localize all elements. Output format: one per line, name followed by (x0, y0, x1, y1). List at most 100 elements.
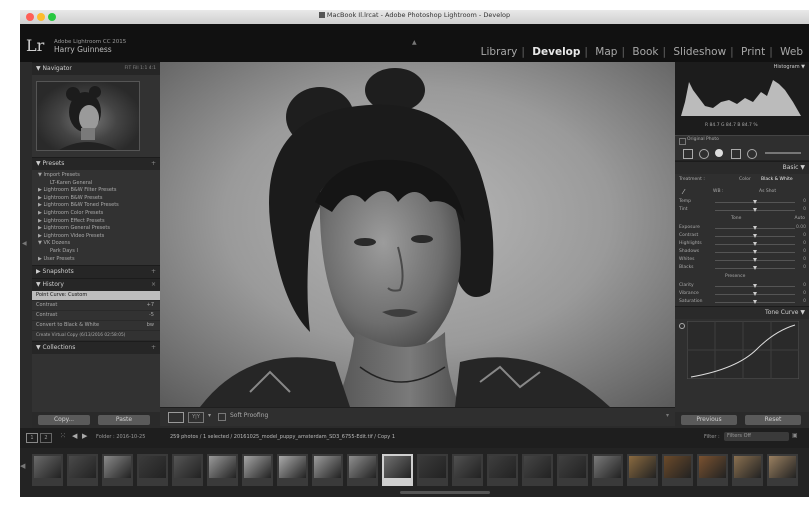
preset-folder[interactable]: ▶ Lightroom Video Presets (38, 233, 160, 241)
slider-knob[interactable] (752, 300, 757, 304)
filmstrip-scrollbar[interactable] (400, 491, 490, 494)
slider-contrast[interactable]: Contrast 0 (675, 232, 809, 240)
preset-folder[interactable]: ▶ User Presets (38, 256, 160, 264)
slider-tint[interactable]: Tint 0 (675, 206, 809, 214)
reset-button[interactable]: Reset (745, 415, 801, 425)
slider-whites[interactable]: Whites 0 (675, 256, 809, 264)
preset-folder[interactable]: ▶ Lightroom Effect Presets (38, 218, 160, 226)
filmstrip-thumbnail[interactable] (592, 454, 623, 486)
history-step[interactable]: Create Virtual Copy (6/13/2016 02:58:05) (32, 331, 160, 342)
original-photo-checkbox[interactable] (679, 138, 686, 145)
tone-curve-header[interactable]: Tone Curve ▼ (675, 306, 809, 319)
view-options-icon[interactable]: ▾ (208, 412, 211, 419)
targeted-adjustment-icon[interactable] (679, 323, 685, 329)
preset-folder[interactable]: ▼ Import Presets (38, 172, 160, 180)
module-develop[interactable]: Develop (532, 46, 580, 58)
filmstrip-thumbnail[interactable] (312, 454, 343, 486)
filmstrip-thumbnail[interactable] (242, 454, 273, 486)
slider-blacks[interactable]: Blacks 0 (675, 264, 809, 272)
history-header[interactable]: ▼ History × (32, 278, 160, 292)
wb-dropdown[interactable]: As Shot (759, 189, 776, 194)
filmstrip-thumbnail[interactable] (452, 454, 483, 486)
red-eye-icon[interactable] (715, 149, 723, 157)
slider-value[interactable]: 0 (803, 265, 806, 270)
add-snapshot-icon[interactable]: + (151, 266, 156, 278)
module-slideshow[interactable]: Slideshow (673, 46, 726, 58)
navigator-preview[interactable] (36, 81, 140, 151)
history-step[interactable]: Contrast +7 (32, 301, 160, 312)
filmstrip-thumbnail[interactable] (767, 454, 798, 486)
slider-knob[interactable] (752, 226, 757, 230)
navigator-zoom-options[interactable]: FIT Fill 1:1 4:1 (125, 63, 156, 75)
basic-header[interactable]: Basic ▼ (675, 161, 809, 174)
soft-proofing-checkbox[interactable] (218, 413, 226, 421)
main-window-button[interactable]: 1 (26, 433, 38, 443)
preset-folder[interactable]: ▶ Lightroom B&W Presets (38, 195, 160, 203)
adjustment-brush-icon[interactable] (765, 152, 801, 154)
spot-removal-icon[interactable] (699, 149, 709, 159)
slider-highlights[interactable]: Highlights 0 (675, 240, 809, 248)
filter-dropdown[interactable]: Filters Off (724, 432, 789, 441)
slider-vibrance[interactable]: Vibrance 0 (675, 290, 809, 298)
filmstrip-thumbnail[interactable] (382, 454, 413, 486)
slider-shadows[interactable]: Shadows 0 (675, 248, 809, 256)
paste-button[interactable]: Paste (98, 415, 150, 425)
slider-clarity[interactable]: Clarity 0 (675, 282, 809, 290)
collapse-left-panel-icon[interactable]: ◀ (22, 240, 27, 247)
before-after-icon[interactable]: Y|Y (188, 412, 204, 423)
slider-value[interactable]: 0 (803, 241, 806, 246)
toolbar-menu-icon[interactable]: ▾ (666, 412, 669, 419)
slider-knob[interactable] (752, 292, 757, 296)
treatment-color-button[interactable]: Color (739, 177, 751, 182)
preset-folder[interactable]: ▼ VK Dozens (38, 240, 160, 248)
filmstrip-thumbnail[interactable] (697, 454, 728, 486)
filmstrip-thumbnail[interactable] (207, 454, 238, 486)
tone-auto-button[interactable]: Auto (795, 216, 805, 221)
grid-view-icon[interactable]: ⁙ (60, 432, 66, 440)
slider-value[interactable]: 0 (803, 291, 806, 296)
filmstrip-thumbnail[interactable] (557, 454, 588, 486)
filmstrip-thumbnail[interactable] (522, 454, 553, 486)
slider-value[interactable]: 0 (803, 283, 806, 288)
filmstrip-thumbnail[interactable] (662, 454, 693, 486)
clear-history-icon[interactable]: × (151, 279, 156, 291)
collapse-top-panel-icon[interactable]: ▲ (412, 39, 417, 46)
filmstrip-thumbnail[interactable] (347, 454, 378, 486)
filmstrip-thumbnail[interactable] (137, 454, 168, 486)
filmstrip-thumbnail[interactable] (32, 454, 63, 486)
preset-folder[interactable]: ▶ Lightroom General Presets (38, 225, 160, 233)
filmstrip-thumbnail[interactable] (487, 454, 518, 486)
slider-value[interactable]: 0 (803, 199, 806, 204)
filmstrip-thumbnail[interactable] (732, 454, 763, 486)
graduated-filter-icon[interactable] (731, 149, 741, 159)
preset-item[interactable]: Park Days I (38, 248, 160, 256)
slider-value[interactable]: 0 (803, 249, 806, 254)
history-step[interactable]: Contrast -5 (32, 311, 160, 322)
previous-button[interactable]: Previous (681, 415, 737, 425)
filmstrip-thumbnail[interactable] (67, 454, 98, 486)
history-step[interactable]: Convert to Black & White bw (32, 321, 160, 332)
filmstrip-thumbnail[interactable] (627, 454, 658, 486)
crop-tool-icon[interactable] (683, 149, 693, 159)
presets-header[interactable]: ▼ Presets + (32, 157, 160, 170)
loupe-view-icon[interactable] (168, 412, 184, 423)
slider-value[interactable]: 0 (803, 299, 806, 304)
collections-header[interactable]: ▼ Collections + (32, 341, 160, 355)
add-preset-icon[interactable]: + (151, 158, 156, 170)
copy-button[interactable]: Copy... (38, 415, 90, 425)
slider-value[interactable]: 0 (803, 207, 806, 212)
module-web[interactable]: Web (780, 46, 803, 58)
module-library[interactable]: Library (481, 46, 518, 58)
filmstrip-source[interactable]: Folder : 2016-10-25 (96, 434, 145, 440)
module-print[interactable]: Print (741, 46, 765, 58)
filmstrip-scroll-left-icon[interactable]: ◀ (20, 462, 25, 470)
slider-knob[interactable] (752, 242, 757, 246)
snapshots-header[interactable]: ▶ Snapshots + (32, 265, 160, 279)
filmstrip-thumbnail[interactable] (172, 454, 203, 486)
forward-arrow-icon[interactable]: ▶ (82, 432, 87, 440)
add-collection-icon[interactable]: + (151, 342, 156, 354)
filmstrip-thumbnail[interactable] (102, 454, 133, 486)
slider-knob[interactable] (752, 258, 757, 262)
preset-folder[interactable]: ▶ Lightroom Color Presets (38, 210, 160, 218)
slider-exposure[interactable]: Exposure 0.00 (675, 224, 809, 232)
